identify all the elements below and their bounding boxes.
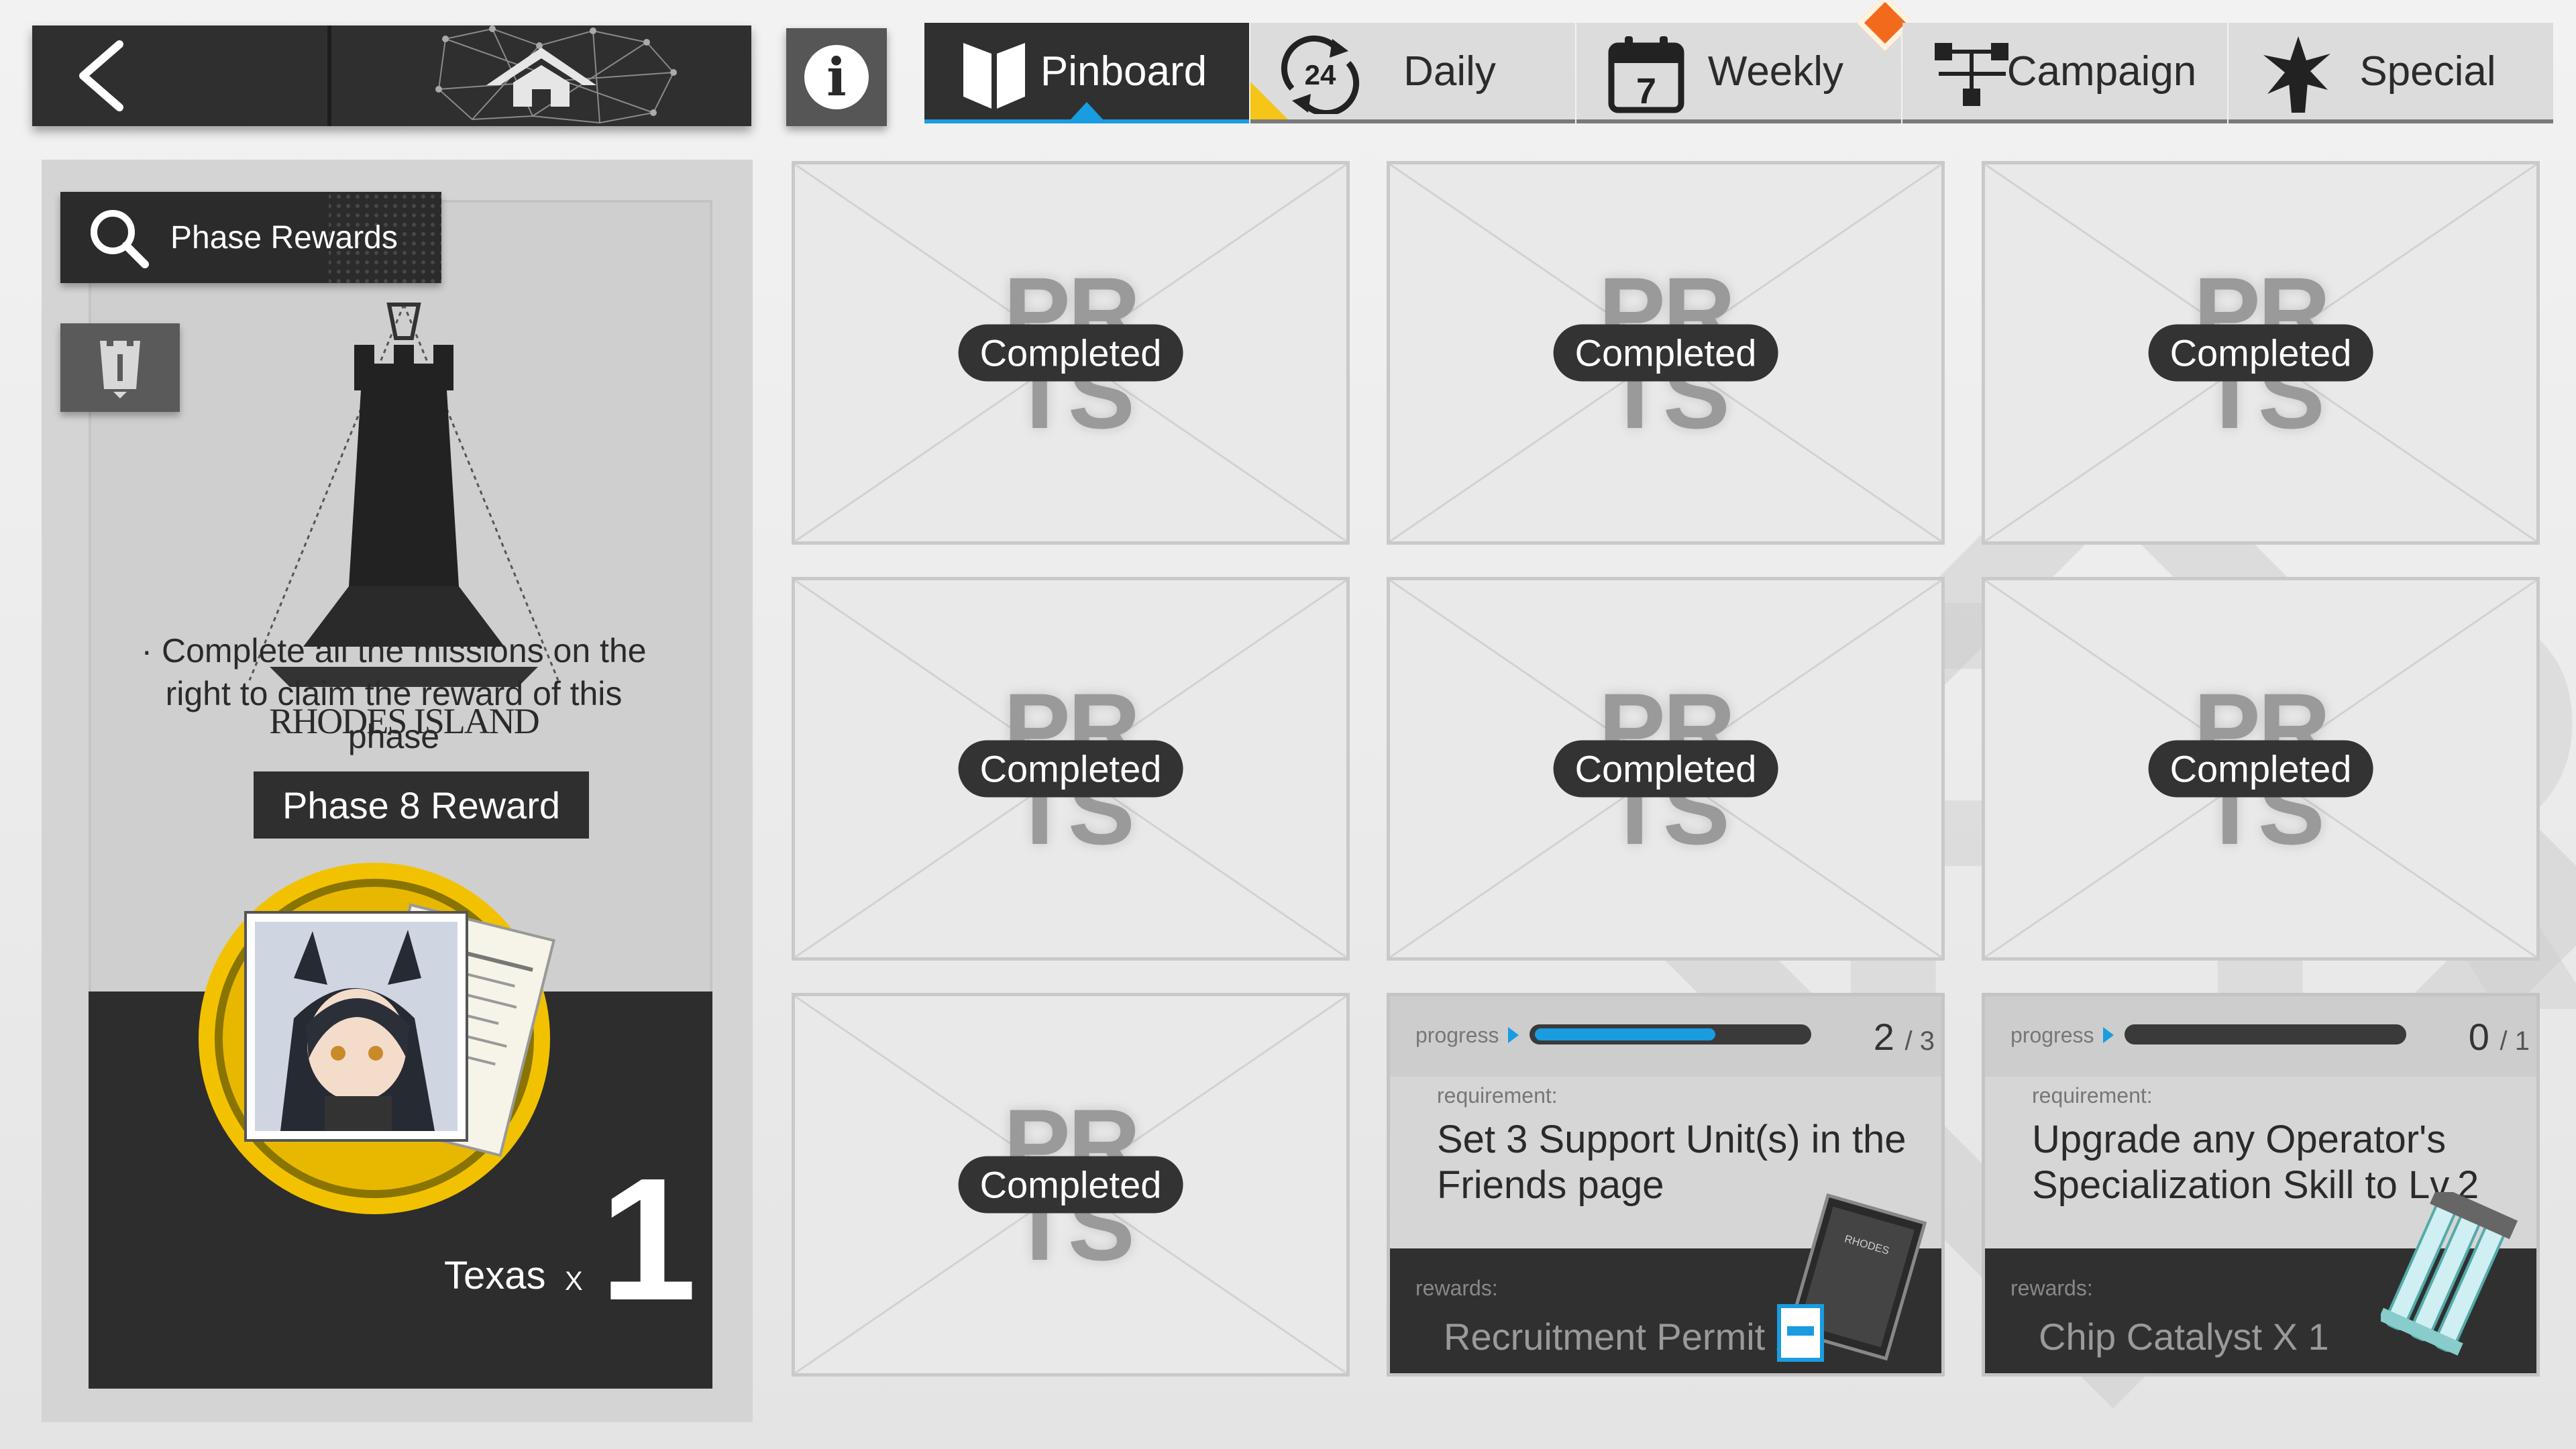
tab-weekly-label: Weekly	[1707, 48, 1844, 95]
tab-pinboard-label: Pinboard	[1040, 48, 1208, 95]
completed-badge: Completed	[1553, 324, 1778, 382]
tab-weekly[interactable]: 7 Weekly	[1576, 0, 1914, 123]
chevron-left-icon	[79, 40, 123, 111]
progress-current: 2	[1873, 1016, 1894, 1058]
info-button[interactable]: i	[786, 28, 887, 126]
progress-bar-fill	[1535, 1028, 1715, 1040]
progress-label: progress	[2010, 1023, 2094, 1047]
tab-pinboard[interactable]: Pinboard	[924, 23, 1249, 123]
completed-badge: Completed	[958, 324, 1183, 382]
phase-rewards-label: Phase Rewards	[170, 219, 398, 256]
mission-card-completed[interactable]: PR TS Completed	[792, 161, 1350, 545]
progress-value: 2 / 3	[1874, 1015, 1935, 1059]
progress-total: / 1	[2500, 1026, 2530, 1056]
mission-tabs: Pinboard 24 Daily 7 Weekly Campaign Spec…	[924, 0, 2555, 126]
tower-icon	[100, 337, 140, 398]
reward-text: Chip Catalyst X 1	[2039, 1316, 2329, 1358]
mission-card-completed[interactable]: PR TS Completed	[1387, 161, 1945, 545]
info-icon: i	[804, 45, 869, 109]
progress-value: 0 / 1	[2469, 1015, 2530, 1059]
rewards-label: rewards:	[1415, 1276, 1498, 1300]
phase-reward-label: Phase 8 Reward	[254, 771, 589, 839]
back-button[interactable]	[32, 25, 327, 126]
active-tab-caret	[1071, 102, 1103, 119]
progress-label: progress	[1415, 1023, 1499, 1047]
mission-card-completed[interactable]: PR TS Completed	[1982, 577, 2540, 961]
requirement-label: requirement:	[2032, 1083, 2153, 1108]
mission-card-active[interactable]: progress 0 / 1 requirement: Upgrade any Ope…	[1982, 993, 2540, 1377]
reward-count: 1	[600, 1142, 697, 1337]
chip-catalyst-icon	[2381, 1192, 2518, 1356]
progress-arrow-icon	[2103, 1027, 2114, 1043]
daily-notification-corner	[1250, 82, 1288, 119]
requirement-label: requirement:	[1437, 1083, 1558, 1108]
progress-bar	[2125, 1024, 2406, 1044]
progress-bar	[1529, 1024, 1811, 1044]
rewards-label: rewards:	[2010, 1276, 2093, 1300]
home-icon	[486, 48, 596, 107]
tab-daily-label: Daily	[1403, 48, 1496, 95]
tower-button[interactable]	[60, 323, 180, 412]
phase-reward-panel: Phase Rewards RHODES ISLAND · Complete a…	[42, 160, 753, 1422]
completed-badge: Completed	[1553, 740, 1778, 798]
phase-description: · Complete all the missions on the right…	[141, 632, 647, 755]
completed-badge: Completed	[2148, 740, 2373, 798]
reward-operator-name: Texas	[444, 1254, 546, 1297]
reward-multiplier: X	[565, 1267, 583, 1296]
tab-daily[interactable]: 24 Daily	[1250, 23, 1575, 123]
operator-medal-icon	[199, 863, 555, 1214]
mission-card-completed[interactable]: PR TS Completed	[792, 577, 1350, 961]
tab-special-label: Special	[2359, 48, 2496, 95]
home-button[interactable]	[331, 25, 751, 126]
mission-card-completed[interactable]: PR TS Completed	[1387, 577, 1945, 961]
completed-badge: Completed	[2148, 324, 2373, 382]
mission-card-completed[interactable]: PR TS Completed	[1982, 161, 2540, 545]
reward-text: Recruitment Permit X	[1444, 1316, 1801, 1358]
mission-card-completed[interactable]: PR TS Completed	[792, 993, 1350, 1377]
tab-campaign-label: Campaign	[2006, 48, 2197, 95]
reward-medal[interactable]	[193, 857, 555, 1220]
tab-campaign[interactable]: Campaign	[1902, 23, 2227, 123]
progress-current: 0	[2468, 1016, 2489, 1058]
search-icon	[91, 210, 149, 268]
top-nav	[32, 25, 751, 126]
phase-rewards-button[interactable]: Phase Rewards	[60, 192, 441, 283]
tab-special[interactable]: Special	[2229, 23, 2553, 123]
recruitment-permit-icon: RHODES	[1777, 1193, 1927, 1362]
mission-card-active[interactable]: progress 2 / 3 requirement: Set 3 Support U…	[1387, 993, 1945, 1377]
completed-badge: Completed	[958, 740, 1183, 798]
progress-arrow-icon	[1508, 1027, 1519, 1043]
progress-total: / 3	[1904, 1026, 1935, 1056]
completed-badge: Completed	[958, 1156, 1183, 1214]
